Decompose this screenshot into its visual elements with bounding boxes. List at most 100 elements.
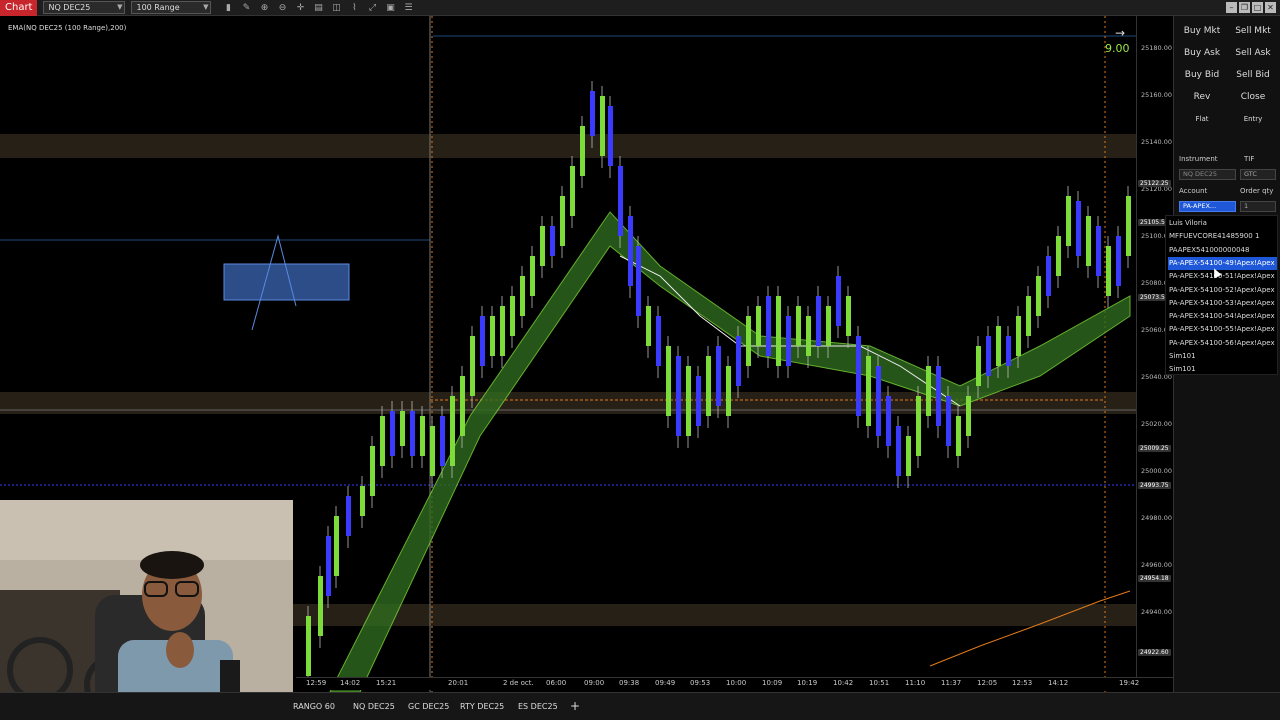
tif-select[interactable]: GTC bbox=[1240, 169, 1276, 180]
instrument-selector[interactable]: NQ DEC25 ▼ bbox=[43, 1, 126, 14]
chart-trader-icon[interactable]: ▣ bbox=[381, 1, 399, 15]
buy-ask-button[interactable]: Buy Ask bbox=[1177, 44, 1227, 62]
price-marker: 24954.18 bbox=[1138, 574, 1171, 582]
pencil-icon[interactable]: ✎ bbox=[237, 1, 255, 15]
candle bbox=[450, 396, 455, 466]
candle bbox=[520, 276, 525, 316]
arrow-right-icon[interactable]: → bbox=[1115, 26, 1125, 40]
candle bbox=[470, 336, 475, 396]
chart-tab[interactable]: NQ DEC25 bbox=[353, 702, 395, 711]
close-position-button[interactable]: Close bbox=[1228, 88, 1278, 106]
app-tab-chart[interactable]: Chart bbox=[0, 0, 38, 16]
candle bbox=[540, 226, 545, 266]
candle bbox=[696, 376, 701, 426]
account-option[interactable]: PAAPEX541000000048 bbox=[1168, 244, 1277, 257]
time-tick-label: 14:02 bbox=[340, 679, 361, 687]
close-icon[interactable]: ✕ bbox=[1265, 2, 1276, 13]
account-option[interactable]: PA-APEX-54100-53!Apex!Apex bbox=[1168, 297, 1277, 310]
instrument-field[interactable]: NQ DEC25 bbox=[1179, 169, 1236, 180]
candle bbox=[986, 336, 991, 376]
indicator-icon[interactable]: ⌇ bbox=[345, 1, 363, 15]
entry-button[interactable]: Entry bbox=[1228, 110, 1278, 128]
sell-bid-button[interactable]: Sell Bid bbox=[1228, 66, 1278, 84]
candle bbox=[530, 256, 535, 296]
chart-tabs-bar: RANGO 60 NQ DEC25 GC DEC25 RTY DEC25 ES DEC2… bbox=[0, 692, 1280, 720]
bar-type-selector[interactable]: 100 Range ▼ bbox=[131, 1, 212, 14]
account-option[interactable]: Sim101 bbox=[1168, 350, 1277, 363]
strategy-icon[interactable]: ◫ bbox=[327, 1, 345, 15]
flat-button[interactable]: Flat bbox=[1177, 110, 1227, 128]
candle bbox=[380, 416, 385, 466]
crosshair-icon[interactable]: ✛ bbox=[291, 1, 309, 15]
candle bbox=[996, 326, 1001, 366]
account-option[interactable]: PA-APEX-54100-55!Apex!Apex bbox=[1168, 323, 1277, 336]
zoom-in-icon[interactable]: ⊕ bbox=[255, 1, 273, 15]
candle bbox=[400, 411, 405, 446]
draw-icon[interactable]: ⤢ bbox=[363, 1, 381, 15]
candle bbox=[846, 296, 851, 336]
bar-type-value: 100 Range bbox=[136, 3, 180, 12]
candle bbox=[1036, 276, 1041, 316]
account-option[interactable]: MFFUEVCORE41485900 1 bbox=[1168, 230, 1277, 243]
candle bbox=[936, 366, 941, 426]
account-option[interactable]: PA-APEX-54100-49!Apex!Apex bbox=[1168, 256, 1277, 270]
chevron-down-icon: ▼ bbox=[203, 3, 209, 11]
buy-market-button[interactable]: Buy Mkt bbox=[1177, 22, 1227, 40]
chart-tab[interactable]: RANGO 60 bbox=[293, 702, 335, 711]
candle bbox=[826, 306, 831, 346]
time-axis[interactable]: 12:59 14:02 15:21 20:01 2 de oct. 06:00 09:00 0… bbox=[296, 677, 1173, 690]
data-box-icon[interactable]: ☰ bbox=[399, 1, 417, 15]
price-marker: 25122.25 bbox=[1138, 179, 1171, 187]
time-tick-label: 06:00 bbox=[546, 679, 567, 687]
candle bbox=[480, 316, 485, 366]
chart-tab[interactable]: ES DEC25 bbox=[518, 702, 558, 711]
bar-timer: 9.00 bbox=[1105, 42, 1130, 55]
properties-icon[interactable]: ▤ bbox=[309, 1, 327, 15]
indicator-label: EMA(NQ DEC25 (100 Range),200) bbox=[8, 24, 127, 32]
restore-icon[interactable]: ❐ bbox=[1239, 2, 1250, 13]
time-tick-label: 20:01 bbox=[448, 679, 469, 687]
candle bbox=[956, 416, 961, 456]
reverse-button[interactable]: Rev bbox=[1177, 88, 1227, 106]
toolbar-icons: ▮ ✎ ⊕ ⊖ ✛ ▤ ◫ ⌇ ⤢ ▣ ☰ bbox=[219, 1, 417, 15]
webcam-overlay bbox=[0, 500, 293, 720]
price-tick-label: 24960.00 bbox=[1141, 561, 1173, 569]
candle bbox=[1046, 256, 1051, 296]
account-option[interactable]: Sim101 bbox=[1168, 363, 1277, 376]
account-option[interactable]: PA-APEX-54100-54!Apex!Apex bbox=[1168, 310, 1277, 323]
account-option[interactable]: Luis Viloria bbox=[1168, 217, 1277, 230]
candle bbox=[656, 316, 661, 366]
account-option[interactable]: PA-APEX-54100-56!Apex!Apex bbox=[1168, 337, 1277, 350]
candle bbox=[806, 316, 811, 356]
candle bbox=[326, 536, 331, 596]
candle bbox=[866, 356, 871, 426]
add-tab-icon[interactable]: + bbox=[570, 699, 580, 713]
account-option[interactable]: PA-APEX-54100-52!Apex!Apex bbox=[1168, 284, 1277, 297]
candle bbox=[676, 356, 681, 436]
time-tick-label: 10:42 bbox=[833, 679, 854, 687]
buy-bid-button[interactable]: Buy Bid bbox=[1177, 66, 1227, 84]
chart-tab[interactable]: RTY DEC25 bbox=[460, 702, 504, 711]
candle bbox=[550, 226, 555, 256]
account-option[interactable]: PA-APEX-54100-51!Apex!Apex bbox=[1168, 270, 1277, 283]
candle bbox=[716, 346, 721, 406]
sell-market-button[interactable]: Sell Mkt bbox=[1228, 22, 1278, 40]
maximize-icon[interactable]: □ bbox=[1252, 2, 1263, 13]
account-select[interactable]: PA-APEX... bbox=[1179, 201, 1236, 212]
zoom-out-icon[interactable]: ⊖ bbox=[273, 1, 291, 15]
order-qty-label: Order qty bbox=[1240, 187, 1274, 195]
account-dropdown[interactable]: Luis Viloria MFFUEVCORE41485900 1 PAAPEX54… bbox=[1165, 215, 1278, 375]
candle bbox=[646, 306, 651, 346]
time-tick-label: 09:38 bbox=[619, 679, 640, 687]
price-marker: 25009.25 bbox=[1138, 445, 1171, 453]
sell-ask-button[interactable]: Sell Ask bbox=[1228, 44, 1278, 62]
minimize-icon[interactable]: – bbox=[1226, 2, 1237, 13]
time-tick-label: 12:05 bbox=[977, 679, 998, 687]
price-tick-label: 25000.00 bbox=[1141, 467, 1173, 475]
candle bbox=[608, 106, 613, 166]
chart-tab[interactable]: GC DEC25 bbox=[408, 702, 449, 711]
bar-style-icon[interactable]: ▮ bbox=[219, 1, 237, 15]
order-qty-input[interactable]: 1 bbox=[1240, 201, 1276, 212]
candle bbox=[766, 296, 771, 356]
candle bbox=[916, 396, 921, 456]
